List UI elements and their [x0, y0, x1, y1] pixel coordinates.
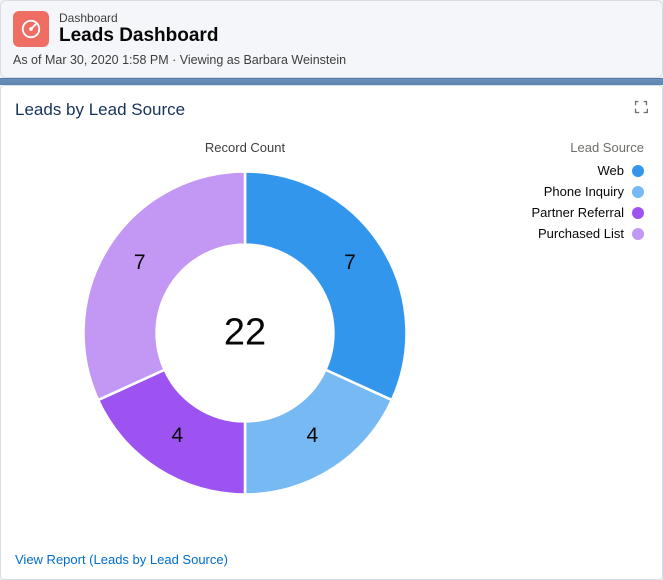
legend-item[interactable]: Partner Referral [532, 205, 644, 220]
legend-swatch [632, 228, 644, 240]
legend-item[interactable]: Web [532, 163, 644, 178]
slice-value-label: 4 [307, 424, 319, 448]
donut-slice[interactable] [245, 172, 407, 401]
donut-slice[interactable] [83, 172, 245, 401]
legend-label: Web [598, 163, 625, 178]
expand-icon[interactable] [634, 100, 648, 114]
chart-area: Record Count 22 7 4 4 7 Lead Source Web Phon… [15, 140, 648, 503]
slice-value-label: 4 [171, 424, 183, 448]
header-top: Dashboard Leads Dashboard [13, 11, 650, 47]
page-title: Leads Dashboard [59, 25, 218, 47]
donut-chart: 22 7 4 4 7 [75, 163, 415, 503]
slice-value-label: 7 [344, 251, 356, 275]
legend-swatch [632, 165, 644, 177]
view-report-link[interactable]: View Report (Leads by Lead Source) [15, 552, 228, 567]
chart-card: Leads by Lead Source Record Count 22 7 4 4… [0, 85, 663, 580]
legend-label: Partner Referral [532, 205, 624, 220]
header-divider [0, 78, 663, 85]
card-title: Leads by Lead Source [15, 100, 185, 120]
card-header: Leads by Lead Source [15, 100, 648, 120]
donut-center-value: 22 [224, 312, 266, 355]
legend-label: Purchased List [538, 226, 624, 241]
legend-label: Phone Inquiry [544, 184, 624, 199]
slice-value-label: 7 [134, 251, 146, 275]
legend-item[interactable]: Phone Inquiry [532, 184, 644, 199]
header-text: Dashboard Leads Dashboard [59, 11, 218, 47]
page-meta: As of Mar 30, 2020 1:58 PM · Viewing as … [13, 53, 650, 67]
dashboard-icon [13, 11, 49, 47]
legend: Lead Source Web Phone Inquiry Partner Refe… [532, 140, 644, 247]
chart-caption: Record Count [75, 140, 415, 155]
chart-wrap: Record Count 22 7 4 4 7 [75, 140, 415, 503]
page-type: Dashboard [59, 11, 218, 25]
legend-title: Lead Source [532, 140, 644, 155]
legend-item[interactable]: Purchased List [532, 226, 644, 241]
legend-swatch [632, 207, 644, 219]
page-header: Dashboard Leads Dashboard As of Mar 30, … [0, 0, 663, 78]
legend-swatch [632, 186, 644, 198]
